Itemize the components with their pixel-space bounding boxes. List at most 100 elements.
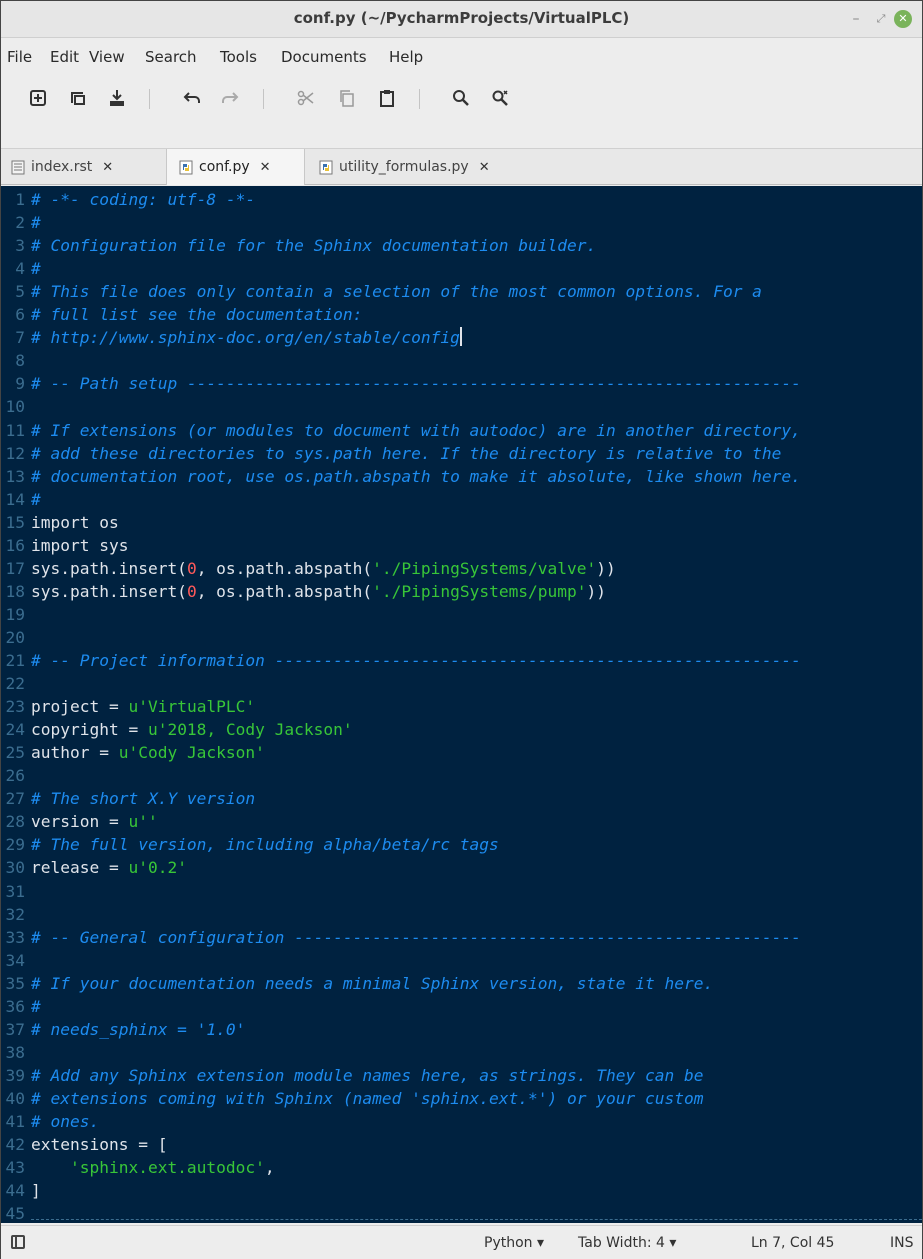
code-line[interactable]: 28 version = u'' [1, 810, 922, 833]
line-number: 27 [5, 789, 26, 809]
line-number: 23 [5, 697, 26, 717]
code-line[interactable]: 33 # -- General configuration -----------… [1, 926, 922, 949]
copy-icon[interactable] [332, 83, 362, 113]
code-line[interactable]: 41 # ones. [1, 1110, 922, 1133]
search-replace-icon[interactable] [485, 83, 515, 113]
cut-icon[interactable] [291, 83, 321, 113]
code-line[interactable]: 3 # Configuration file for the Sphinx doc… [1, 234, 922, 257]
undo-icon[interactable] [177, 83, 207, 113]
code-line[interactable]: 39 # Add any Sphinx extension module name… [1, 1064, 922, 1087]
code-line[interactable]: 16 import sys [1, 534, 922, 557]
line-number: 12 [5, 443, 26, 463]
code-line[interactable]: 31 [1, 880, 922, 903]
code-line[interactable]: 43 'sphinx.ext.autodoc', [1, 1156, 922, 1179]
code-editor[interactable]: 1 # -*- coding: utf-8 -*- 2 #3 # Configurati… [1, 186, 922, 1223]
menu-documents[interactable]: Documents [281, 48, 367, 66]
tab-utility-formulas-py[interactable]: utility_formulas.py ✕ [319, 149, 519, 185]
open-file-icon[interactable] [63, 83, 93, 113]
menu-help[interactable]: Help [389, 48, 423, 66]
code-line[interactable]: 25 author = u'Cody Jackson' [1, 741, 922, 764]
code-line[interactable]: 7 # http://www.sphinx-doc.org/en/stable/c… [1, 326, 922, 349]
close-icon[interactable]: ✕ [894, 10, 912, 28]
paste-icon[interactable] [372, 83, 402, 113]
code-line[interactable]: 38 [1, 1041, 922, 1064]
code-line[interactable]: 30 release = u'0.2' [1, 856, 922, 879]
code-line[interactable]: 40 # extensions coming with Sphinx (named… [1, 1087, 922, 1110]
code-line[interactable]: 18 sys.path.insert(0, os.path.abspath('./… [1, 580, 922, 603]
code-line[interactable]: 12 # add these directories to sys.path he… [1, 442, 922, 465]
code-line[interactable]: 19 [1, 603, 922, 626]
code-line[interactable]: 45 [1, 1202, 922, 1223]
line-number: 19 [5, 604, 26, 624]
code-line[interactable]: 36 # [1, 995, 922, 1018]
line-number: 11 [5, 420, 26, 440]
cursor-position: Ln 7, Col 45 [751, 1235, 835, 1251]
code-comment: # This file does only contain a selectio… [31, 282, 762, 302]
insert-mode[interactable]: INS [890, 1235, 914, 1251]
maximize-icon[interactable]: ⤢ [871, 9, 891, 29]
code-number: 0 [186, 558, 197, 578]
code-line[interactable]: 13 # documentation root, use os.path.absp… [1, 465, 922, 488]
code-comment: # needs_sphinx = '1.0' [31, 1019, 246, 1039]
code-comment: # http://www.sphinx-doc.org/en/stable/co… [31, 328, 460, 348]
code-line[interactable]: 22 [1, 672, 922, 695]
code-comment: # full list see the documentation: [31, 305, 363, 325]
code-line[interactable]: 1 # -*- coding: utf-8 -*- [1, 188, 922, 211]
menu-tools[interactable]: Tools [220, 48, 257, 66]
menu-search[interactable]: Search [145, 48, 197, 66]
new-file-icon[interactable] [23, 83, 53, 113]
menu-view[interactable]: View [89, 48, 125, 66]
code-line[interactable]: 44] [1, 1179, 922, 1202]
code-string: u'VirtualPLC' [128, 697, 256, 717]
code-line[interactable]: 4 # [1, 257, 922, 280]
code-line[interactable]: 14 # [1, 488, 922, 511]
code-line[interactable]: 34 [1, 949, 922, 972]
line-number: 31 [5, 881, 26, 901]
code-line[interactable]: 24 copyright = u'2018, Cody Jackson' [1, 718, 922, 741]
language-selector[interactable]: Python ▾ [484, 1235, 544, 1251]
code-comment: # The full version, including alpha/beta… [31, 835, 499, 855]
title-bar[interactable]: conf.py (~/PycharmProjects/VirtualPLC) –… [1, 1, 922, 38]
code-line[interactable]: 11 # If extensions (or modules to documen… [1, 419, 922, 442]
code-line[interactable]: 26 [1, 764, 922, 787]
code-line[interactable]: 32 [1, 903, 922, 926]
line-number: 24 [5, 720, 26, 740]
close-tab-icon[interactable]: ✕ [479, 160, 490, 175]
line-number: 13 [5, 466, 26, 486]
python-file-icon [179, 160, 193, 175]
code-line[interactable]: 17 sys.path.insert(0, os.path.abspath('./… [1, 557, 922, 580]
side-panel-toggle-icon[interactable] [11, 1235, 25, 1249]
tab-width-selector[interactable]: Tab Width: 4 ▾ [578, 1235, 676, 1251]
code-line[interactable]: 29 # The full version, including alpha/be… [1, 833, 922, 856]
code-comment: # [31, 996, 41, 1016]
code-line[interactable]: 35 # If your documentation needs a minima… [1, 972, 922, 995]
search-icon[interactable] [446, 83, 476, 113]
code-line[interactable]: 9 # -- Path setup -----------------------… [1, 372, 922, 395]
code-comment: # ones. [31, 1112, 100, 1131]
minimize-icon[interactable]: – [846, 9, 866, 29]
line-number: 38 [5, 1042, 26, 1062]
code-line[interactable]: 10 [1, 395, 922, 418]
close-tab-icon[interactable]: ✕ [102, 160, 113, 175]
tab-index-rst[interactable]: index.rst ✕ [9, 149, 159, 185]
line-number: 6 [15, 305, 25, 325]
code-line[interactable]: 21 # -- Project information -------------… [1, 649, 922, 672]
code-line[interactable]: 23 project = u'VirtualPLC' [1, 695, 922, 718]
save-icon[interactable] [102, 83, 132, 113]
code-line[interactable]: 20 [1, 626, 922, 649]
code-line[interactable]: 27 # The short X.Y version [1, 787, 922, 810]
menu-file[interactable]: File [7, 48, 32, 66]
tab-conf-py[interactable]: conf.py ✕ [166, 149, 305, 185]
code-line[interactable]: 5 # This file does only contain a selecti… [1, 280, 922, 303]
code-line[interactable]: 2 # [1, 211, 922, 234]
redo-icon[interactable] [215, 83, 245, 113]
code-line[interactable]: 8 [1, 349, 922, 372]
code-line[interactable]: 37 # needs_sphinx = '1.0' [1, 1018, 922, 1041]
code-line[interactable]: 6 # full list see the documentation: [1, 303, 922, 326]
code-line[interactable]: 42 extensions = [ [1, 1133, 922, 1156]
code-text: project = [31, 697, 129, 717]
line-number: 30 [5, 858, 26, 878]
close-tab-icon[interactable]: ✕ [260, 160, 271, 175]
code-line[interactable]: 15 import os [1, 511, 922, 534]
menu-edit[interactable]: Edit [50, 48, 79, 66]
